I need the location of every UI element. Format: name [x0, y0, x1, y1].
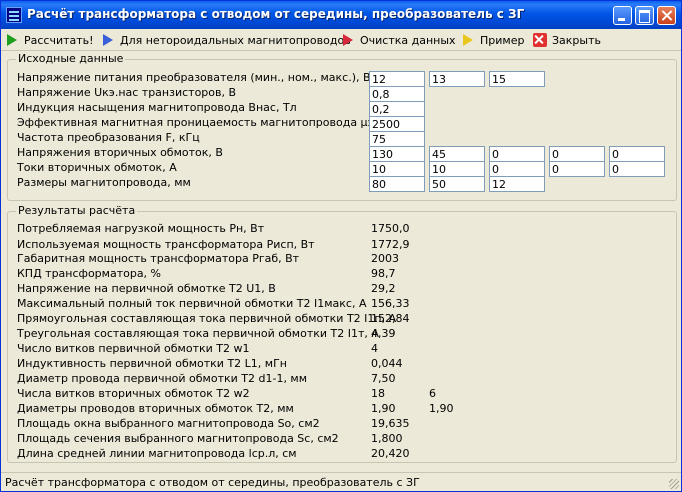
result-value: 2003	[371, 252, 399, 265]
result-value: 156,33	[371, 297, 410, 310]
secondary-voltage-4-field[interactable]: 0	[549, 146, 605, 162]
transistor-voltage-field[interactable]: 0,8	[369, 86, 425, 102]
result-value: 19,635	[371, 417, 410, 430]
transistor-voltage-label: Напряжение Uкэ.нас транзисторов, В	[17, 86, 237, 99]
results-group-title: Результаты расчёта	[16, 204, 138, 217]
secondary-voltage-5-field[interactable]: 0	[609, 146, 665, 162]
result-value: 20,420	[371, 447, 410, 460]
secondary-current-2-field[interactable]: 10	[429, 161, 485, 177]
red-arrow-icon	[341, 33, 355, 47]
secondary-current-3-field[interactable]: 0	[489, 161, 545, 177]
non-toroidal-label: Для нетороидальных магнитопроводов	[120, 33, 351, 47]
result-label: Диаметры проводов вторичных обмоток T2, …	[17, 402, 294, 415]
saturation-induction-field[interactable]: 0,2	[369, 101, 425, 117]
example-label: Пример	[480, 33, 525, 47]
supply-voltage-max-field[interactable]: 15	[489, 71, 545, 87]
result-value: 1772,9	[371, 238, 410, 251]
result-label: Длина средней линии магнитопровода lср.л…	[17, 447, 297, 460]
non-toroidal-button[interactable]: Для нетороидальных магнитопроводов	[101, 31, 351, 49]
secondary-voltages-label: Напряжения вторичных обмоток, В	[17, 146, 223, 159]
result-value: 98,7	[371, 267, 396, 280]
result-value: 4,39	[371, 327, 396, 340]
result-label: Прямоугольная составляющая тока первично…	[17, 312, 397, 325]
maximize-button[interactable]	[635, 6, 654, 25]
result-value: 29,2	[371, 282, 396, 295]
frequency-label: Частота преобразования F, кГц	[17, 131, 200, 144]
result-value: 1750,0	[371, 222, 410, 235]
frequency-field[interactable]: 75	[369, 131, 425, 147]
resize-grip-icon[interactable]	[669, 479, 679, 489]
yellow-arrow-icon	[461, 33, 475, 47]
result-value: 152,84	[371, 312, 410, 325]
result-value-2: 1,90	[429, 402, 454, 415]
result-label: Габаритная мощность трансформатора Pгаб,…	[17, 252, 300, 265]
secondary-current-1-field[interactable]: 10	[369, 161, 425, 177]
close-window-button[interactable]	[657, 6, 676, 25]
supply-voltage-nom-field[interactable]: 13	[429, 71, 485, 87]
result-label: Числа витков вторичных обмоток T2 w2	[17, 387, 250, 400]
green-arrow-icon	[5, 33, 19, 47]
result-label: Площадь окна выбранного магнитопровода S…	[17, 417, 320, 430]
input-group-title: Исходные данные	[16, 52, 126, 65]
result-label: Площадь сечения выбранного магнитопровод…	[17, 432, 339, 445]
result-label: Используемая мощность трансформатора Pис…	[17, 238, 315, 251]
result-value: 4	[371, 342, 378, 355]
result-value: 7,50	[371, 372, 396, 385]
minimize-button[interactable]	[613, 6, 632, 25]
app-window: Расчёт трансформатора с отводом от серед…	[0, 0, 682, 492]
result-value: 1,800	[371, 432, 403, 445]
secondary-voltage-3-field[interactable]: 0	[489, 146, 545, 162]
result-value: 18	[371, 387, 385, 400]
close-label: Закрыть	[552, 33, 601, 47]
status-text: Расчёт трансформатора с отводом от серед…	[5, 476, 420, 489]
result-value: 0,044	[371, 357, 403, 370]
window-title: Расчёт трансформатора с отводом от серед…	[27, 7, 525, 21]
saturation-induction-label: Индукция насыщения магнитопровода Bнас, …	[17, 101, 297, 114]
result-label: Диаметр провода первичной обмотки T2 d1-…	[17, 372, 308, 385]
supply-voltage-label: Напряжение питания преобразователя (мин.…	[17, 71, 371, 84]
core-outer-diameter-field[interactable]: 80	[369, 176, 425, 192]
result-value: 1,90	[371, 402, 396, 415]
secondary-voltage-1-field[interactable]: 130	[369, 146, 425, 162]
close-button[interactable]: Закрыть	[533, 31, 601, 49]
result-label: Напряжение на первичной обмотке T2 U1, В	[17, 282, 276, 295]
calculate-label: Рассчитать!	[24, 33, 94, 47]
app-icon	[6, 7, 22, 23]
result-label: Потребляемая нагрузкой мощность Pн, Вт	[17, 222, 265, 235]
result-label: Индуктивность первичной обмотки T2 L1, м…	[17, 357, 287, 370]
blue-arrow-icon	[101, 33, 115, 47]
result-value-2: 6	[429, 387, 436, 400]
supply-voltage-min-field[interactable]: 12	[369, 71, 425, 87]
secondary-current-4-field[interactable]: 0	[549, 161, 605, 177]
clear-label: Очистка данных	[360, 33, 456, 47]
calculate-button[interactable]: Рассчитать!	[5, 31, 94, 49]
permeability-label: Эффективная магнитная проницаемость магн…	[17, 116, 393, 129]
secondary-voltage-2-field[interactable]: 45	[429, 146, 485, 162]
title-bar[interactable]: Расчёт трансформатора с отводом от серед…	[1, 1, 681, 29]
secondary-currents-label: Токи вторичных обмоток, А	[17, 161, 177, 174]
result-label: Максимальный полный ток первичной обмотк…	[17, 297, 367, 310]
core-inner-diameter-field[interactable]: 50	[429, 176, 485, 192]
result-label: КПД трансформатора, %	[17, 267, 162, 280]
status-bar: Расчёт трансформатора с отводом от серед…	[1, 472, 681, 491]
core-dimensions-label: Размеры магнитопровода, мм	[17, 176, 191, 189]
close-icon	[533, 33, 547, 47]
toolbar: Рассчитать! Для нетороидальных магнитопр…	[1, 29, 681, 51]
result-label: Число витков первичной обмотки T2 w1	[17, 342, 250, 355]
core-height-field[interactable]: 12	[489, 176, 545, 192]
example-button[interactable]: Пример	[461, 31, 524, 49]
permeability-field[interactable]: 2500	[369, 116, 425, 132]
clear-button[interactable]: Очистка данных	[341, 31, 456, 49]
secondary-current-5-field[interactable]: 0	[609, 161, 665, 177]
result-label: Треугольная составляющая тока первичной …	[17, 327, 379, 340]
